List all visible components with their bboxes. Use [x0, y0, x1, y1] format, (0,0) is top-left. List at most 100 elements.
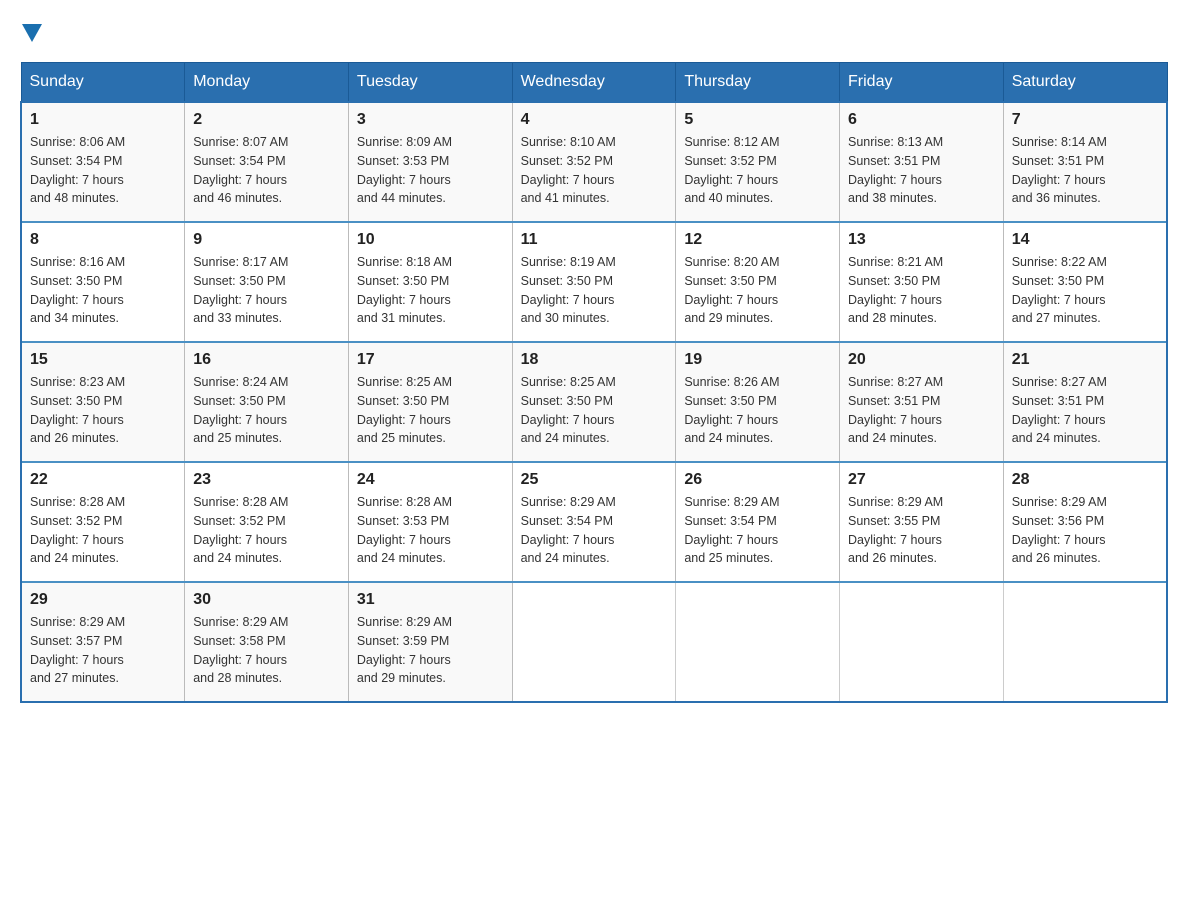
table-row	[1003, 582, 1167, 702]
table-row: 22 Sunrise: 8:28 AM Sunset: 3:52 PM Dayl…	[21, 462, 185, 582]
day-info: Sunrise: 8:27 AM Sunset: 3:51 PM Dayligh…	[848, 373, 995, 448]
day-number: 23	[193, 471, 340, 489]
table-row: 28 Sunrise: 8:29 AM Sunset: 3:56 PM Dayl…	[1003, 462, 1167, 582]
table-row: 16 Sunrise: 8:24 AM Sunset: 3:50 PM Dayl…	[185, 342, 349, 462]
day-info: Sunrise: 8:24 AM Sunset: 3:50 PM Dayligh…	[193, 373, 340, 448]
day-info: Sunrise: 8:29 AM Sunset: 3:54 PM Dayligh…	[521, 493, 668, 568]
day-number: 13	[848, 231, 995, 249]
table-row: 20 Sunrise: 8:27 AM Sunset: 3:51 PM Dayl…	[840, 342, 1004, 462]
day-info: Sunrise: 8:07 AM Sunset: 3:54 PM Dayligh…	[193, 133, 340, 208]
day-info: Sunrise: 8:28 AM Sunset: 3:52 PM Dayligh…	[193, 493, 340, 568]
week-row-1: 1 Sunrise: 8:06 AM Sunset: 3:54 PM Dayli…	[21, 102, 1167, 222]
weekday-header-row: SundayMondayTuesdayWednesdayThursdayFrid…	[21, 63, 1167, 103]
table-row: 30 Sunrise: 8:29 AM Sunset: 3:58 PM Dayl…	[185, 582, 349, 702]
day-number: 7	[1012, 111, 1158, 129]
table-row: 7 Sunrise: 8:14 AM Sunset: 3:51 PM Dayli…	[1003, 102, 1167, 222]
day-number: 15	[30, 351, 176, 369]
day-info: Sunrise: 8:09 AM Sunset: 3:53 PM Dayligh…	[357, 133, 504, 208]
day-info: Sunrise: 8:23 AM Sunset: 3:50 PM Dayligh…	[30, 373, 176, 448]
day-number: 4	[521, 111, 668, 129]
day-number: 11	[521, 231, 668, 249]
day-number: 14	[1012, 231, 1158, 249]
table-row: 8 Sunrise: 8:16 AM Sunset: 3:50 PM Dayli…	[21, 222, 185, 342]
day-info: Sunrise: 8:16 AM Sunset: 3:50 PM Dayligh…	[30, 253, 176, 328]
day-info: Sunrise: 8:14 AM Sunset: 3:51 PM Dayligh…	[1012, 133, 1158, 208]
week-row-4: 22 Sunrise: 8:28 AM Sunset: 3:52 PM Dayl…	[21, 462, 1167, 582]
header-monday: Monday	[185, 63, 349, 103]
day-number: 21	[1012, 351, 1158, 369]
day-number: 6	[848, 111, 995, 129]
table-row: 19 Sunrise: 8:26 AM Sunset: 3:50 PM Dayl…	[676, 342, 840, 462]
day-info: Sunrise: 8:25 AM Sunset: 3:50 PM Dayligh…	[357, 373, 504, 448]
table-row	[840, 582, 1004, 702]
day-info: Sunrise: 8:29 AM Sunset: 3:54 PM Dayligh…	[684, 493, 831, 568]
day-info: Sunrise: 8:28 AM Sunset: 3:52 PM Dayligh…	[30, 493, 176, 568]
day-info: Sunrise: 8:29 AM Sunset: 3:56 PM Dayligh…	[1012, 493, 1158, 568]
day-info: Sunrise: 8:21 AM Sunset: 3:50 PM Dayligh…	[848, 253, 995, 328]
day-number: 17	[357, 351, 504, 369]
day-number: 29	[30, 591, 176, 609]
header-friday: Friday	[840, 63, 1004, 103]
table-row: 27 Sunrise: 8:29 AM Sunset: 3:55 PM Dayl…	[840, 462, 1004, 582]
day-info: Sunrise: 8:26 AM Sunset: 3:50 PM Dayligh…	[684, 373, 831, 448]
table-row: 14 Sunrise: 8:22 AM Sunset: 3:50 PM Dayl…	[1003, 222, 1167, 342]
day-info: Sunrise: 8:25 AM Sunset: 3:50 PM Dayligh…	[521, 373, 668, 448]
table-row: 6 Sunrise: 8:13 AM Sunset: 3:51 PM Dayli…	[840, 102, 1004, 222]
table-row	[676, 582, 840, 702]
day-number: 5	[684, 111, 831, 129]
page-header	[20, 20, 1168, 42]
header-thursday: Thursday	[676, 63, 840, 103]
day-info: Sunrise: 8:29 AM Sunset: 3:59 PM Dayligh…	[357, 613, 504, 688]
day-number: 26	[684, 471, 831, 489]
table-row: 13 Sunrise: 8:21 AM Sunset: 3:50 PM Dayl…	[840, 222, 1004, 342]
calendar-table: SundayMondayTuesdayWednesdayThursdayFrid…	[20, 62, 1168, 703]
day-number: 20	[848, 351, 995, 369]
table-row: 23 Sunrise: 8:28 AM Sunset: 3:52 PM Dayl…	[185, 462, 349, 582]
day-info: Sunrise: 8:29 AM Sunset: 3:57 PM Dayligh…	[30, 613, 176, 688]
day-number: 2	[193, 111, 340, 129]
day-info: Sunrise: 8:06 AM Sunset: 3:54 PM Dayligh…	[30, 133, 176, 208]
day-number: 9	[193, 231, 340, 249]
header-sunday: Sunday	[21, 63, 185, 103]
logo	[20, 20, 42, 42]
table-row: 1 Sunrise: 8:06 AM Sunset: 3:54 PM Dayli…	[21, 102, 185, 222]
table-row: 26 Sunrise: 8:29 AM Sunset: 3:54 PM Dayl…	[676, 462, 840, 582]
logo-triangle-icon	[22, 24, 42, 42]
header-tuesday: Tuesday	[348, 63, 512, 103]
day-number: 8	[30, 231, 176, 249]
day-info: Sunrise: 8:29 AM Sunset: 3:58 PM Dayligh…	[193, 613, 340, 688]
day-number: 28	[1012, 471, 1158, 489]
day-info: Sunrise: 8:18 AM Sunset: 3:50 PM Dayligh…	[357, 253, 504, 328]
day-number: 22	[30, 471, 176, 489]
table-row: 24 Sunrise: 8:28 AM Sunset: 3:53 PM Dayl…	[348, 462, 512, 582]
week-row-2: 8 Sunrise: 8:16 AM Sunset: 3:50 PM Dayli…	[21, 222, 1167, 342]
table-row: 31 Sunrise: 8:29 AM Sunset: 3:59 PM Dayl…	[348, 582, 512, 702]
day-info: Sunrise: 8:12 AM Sunset: 3:52 PM Dayligh…	[684, 133, 831, 208]
table-row: 25 Sunrise: 8:29 AM Sunset: 3:54 PM Dayl…	[512, 462, 676, 582]
table-row: 11 Sunrise: 8:19 AM Sunset: 3:50 PM Dayl…	[512, 222, 676, 342]
day-info: Sunrise: 8:27 AM Sunset: 3:51 PM Dayligh…	[1012, 373, 1158, 448]
table-row	[512, 582, 676, 702]
day-info: Sunrise: 8:19 AM Sunset: 3:50 PM Dayligh…	[521, 253, 668, 328]
table-row: 21 Sunrise: 8:27 AM Sunset: 3:51 PM Dayl…	[1003, 342, 1167, 462]
table-row: 15 Sunrise: 8:23 AM Sunset: 3:50 PM Dayl…	[21, 342, 185, 462]
header-saturday: Saturday	[1003, 63, 1167, 103]
day-info: Sunrise: 8:20 AM Sunset: 3:50 PM Dayligh…	[684, 253, 831, 328]
table-row: 17 Sunrise: 8:25 AM Sunset: 3:50 PM Dayl…	[348, 342, 512, 462]
day-number: 24	[357, 471, 504, 489]
day-number: 12	[684, 231, 831, 249]
day-info: Sunrise: 8:28 AM Sunset: 3:53 PM Dayligh…	[357, 493, 504, 568]
table-row: 18 Sunrise: 8:25 AM Sunset: 3:50 PM Dayl…	[512, 342, 676, 462]
day-number: 27	[848, 471, 995, 489]
day-number: 1	[30, 111, 176, 129]
table-row: 4 Sunrise: 8:10 AM Sunset: 3:52 PM Dayli…	[512, 102, 676, 222]
table-row: 3 Sunrise: 8:09 AM Sunset: 3:53 PM Dayli…	[348, 102, 512, 222]
day-number: 18	[521, 351, 668, 369]
table-row: 29 Sunrise: 8:29 AM Sunset: 3:57 PM Dayl…	[21, 582, 185, 702]
table-row: 9 Sunrise: 8:17 AM Sunset: 3:50 PM Dayli…	[185, 222, 349, 342]
table-row: 5 Sunrise: 8:12 AM Sunset: 3:52 PM Dayli…	[676, 102, 840, 222]
week-row-5: 29 Sunrise: 8:29 AM Sunset: 3:57 PM Dayl…	[21, 582, 1167, 702]
header-wednesday: Wednesday	[512, 63, 676, 103]
table-row: 12 Sunrise: 8:20 AM Sunset: 3:50 PM Dayl…	[676, 222, 840, 342]
day-info: Sunrise: 8:10 AM Sunset: 3:52 PM Dayligh…	[521, 133, 668, 208]
